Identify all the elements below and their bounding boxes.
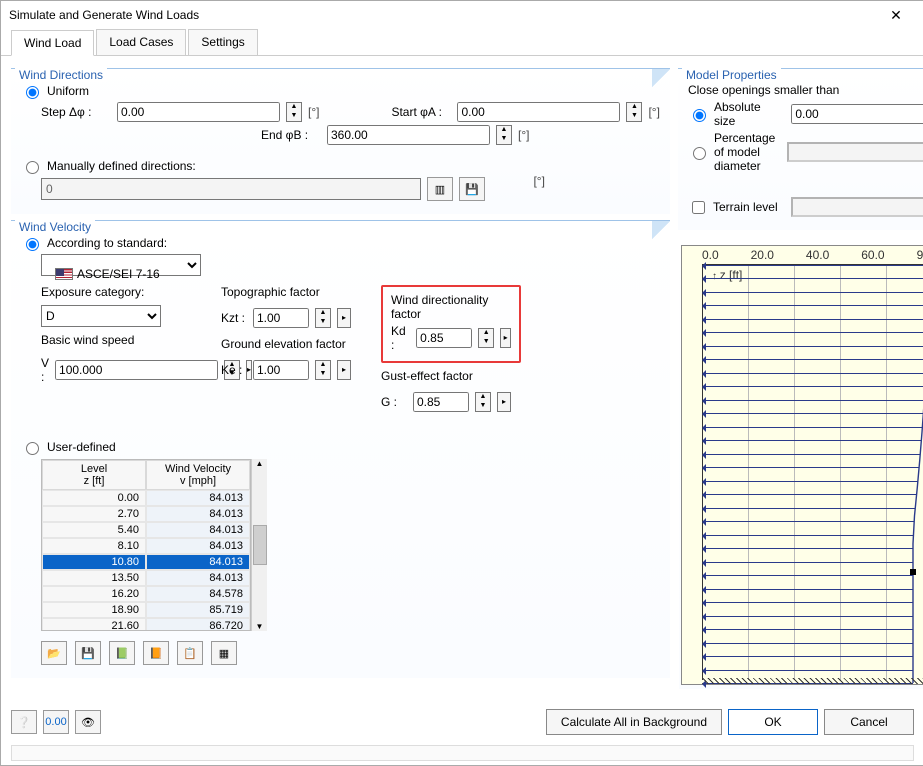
- pick-button[interactable]: ▥: [427, 177, 453, 201]
- ke-input[interactable]: [253, 360, 309, 380]
- view-button[interactable]: 👁: [75, 710, 101, 734]
- topo-label: Topographic factor: [221, 285, 351, 299]
- tab-load-cases[interactable]: Load Cases: [96, 29, 186, 55]
- manual-input: [41, 178, 421, 200]
- manual-radio[interactable]: [26, 161, 39, 174]
- status-bar: [11, 745, 914, 761]
- tool-copy[interactable]: 📋: [177, 641, 203, 665]
- units-button[interactable]: 0.00: [43, 710, 69, 734]
- group-wind-velocity: Wind Velocity According to standard: ASC…: [11, 220, 670, 678]
- start-label: Start φA :: [391, 105, 451, 119]
- pct-radio[interactable]: [693, 147, 706, 160]
- table-row[interactable]: 21.6086.720: [42, 618, 250, 630]
- table-row[interactable]: 5.4084.013: [42, 522, 250, 538]
- group-model-properties: Model Properties Close openings smaller …: [678, 68, 923, 230]
- ge-label: Ground elevation factor: [221, 337, 351, 351]
- tool-excel-out[interactable]: 📙: [143, 641, 169, 665]
- velocity-table[interactable]: Level z [ft] Wind Velocity v [mph] 0.008…: [41, 459, 251, 631]
- group-chart: 0.020.040.060.092.0 [mph] ↑ z [ft] 40.53…: [678, 236, 923, 690]
- terrain-input: [791, 197, 923, 217]
- basic-label: Basic wind speed: [41, 333, 191, 347]
- group-title: Wind Velocity: [15, 220, 95, 234]
- table-row[interactable]: 8.1084.013: [42, 538, 250, 554]
- table-row[interactable]: 10.8084.013: [42, 554, 250, 570]
- standard-radio[interactable]: [26, 238, 39, 251]
- step-input[interactable]: [117, 102, 280, 122]
- v-input[interactable]: [55, 360, 218, 380]
- kzt-input[interactable]: [253, 308, 309, 328]
- tab-wind-load[interactable]: Wind Load: [11, 30, 94, 56]
- standard-select[interactable]: [41, 254, 201, 276]
- end-label: End φB :: [261, 128, 321, 142]
- close-icon[interactable]: ✕: [876, 1, 916, 29]
- exposure-select[interactable]: D: [41, 305, 161, 327]
- tab-settings[interactable]: Settings: [188, 29, 257, 55]
- kd-highlight: Wind directionality factor Kd : ▲▼ ▸: [381, 285, 521, 363]
- end-input[interactable]: [327, 125, 490, 145]
- tool-excel-in[interactable]: 📗: [109, 641, 135, 665]
- exposure-label: Exposure category:: [41, 285, 191, 299]
- uniform-radio[interactable]: [26, 86, 39, 99]
- velocity-profile-chart: 0.020.040.060.092.0 [mph] ↑ z [ft] 40.53…: [681, 245, 923, 685]
- end-spinner[interactable]: ▲▼: [496, 125, 512, 145]
- kd-input[interactable]: [416, 328, 472, 348]
- table-row[interactable]: 16.2084.578: [42, 586, 250, 602]
- group-title: Wind Directions: [15, 68, 107, 82]
- cancel-button[interactable]: Cancel: [824, 709, 914, 735]
- gef-label: Gust-effect factor: [381, 369, 521, 383]
- terrain-check[interactable]: [692, 201, 705, 214]
- start-input[interactable]: [457, 102, 620, 122]
- userdef-radio[interactable]: [26, 442, 39, 455]
- tool-save[interactable]: 💾: [75, 641, 101, 665]
- tool-open[interactable]: 📂: [41, 641, 67, 665]
- col-velocity: Wind Velocity v [mph]: [146, 460, 250, 490]
- step-label: Step Δφ :: [41, 105, 111, 119]
- wdf-label: Wind directionality factor: [391, 293, 488, 321]
- abs-size-radio[interactable]: [693, 109, 706, 122]
- table-row[interactable]: 0.0084.013: [42, 490, 250, 506]
- window-title: Simulate and Generate Wind Loads: [9, 1, 199, 29]
- ok-button[interactable]: OK: [728, 709, 818, 735]
- abs-size-input[interactable]: [791, 104, 923, 124]
- tool-grid[interactable]: ▦: [211, 641, 237, 665]
- table-row[interactable]: 13.5084.013: [42, 570, 250, 586]
- g-input[interactable]: [413, 392, 469, 412]
- table-row[interactable]: 2.7084.013: [42, 506, 250, 522]
- save-button[interactable]: 💾: [459, 177, 485, 201]
- close-open-label: Close openings smaller than: [688, 83, 839, 97]
- calc-button[interactable]: Calculate All in Background: [546, 709, 722, 735]
- table-scrollbar[interactable]: ▲ ▼: [251, 459, 267, 631]
- group-wind-directions: Wind Directions Uniform Step Δφ : ▲▼ [°]…: [11, 68, 670, 214]
- step-spinner[interactable]: ▲▼: [286, 102, 302, 122]
- start-spinner[interactable]: ▲▼: [626, 102, 642, 122]
- help-button[interactable]: ❔: [11, 710, 37, 734]
- table-row[interactable]: 18.9085.719: [42, 602, 250, 618]
- col-level: Level z [ft]: [42, 460, 146, 490]
- pct-input: [787, 142, 923, 162]
